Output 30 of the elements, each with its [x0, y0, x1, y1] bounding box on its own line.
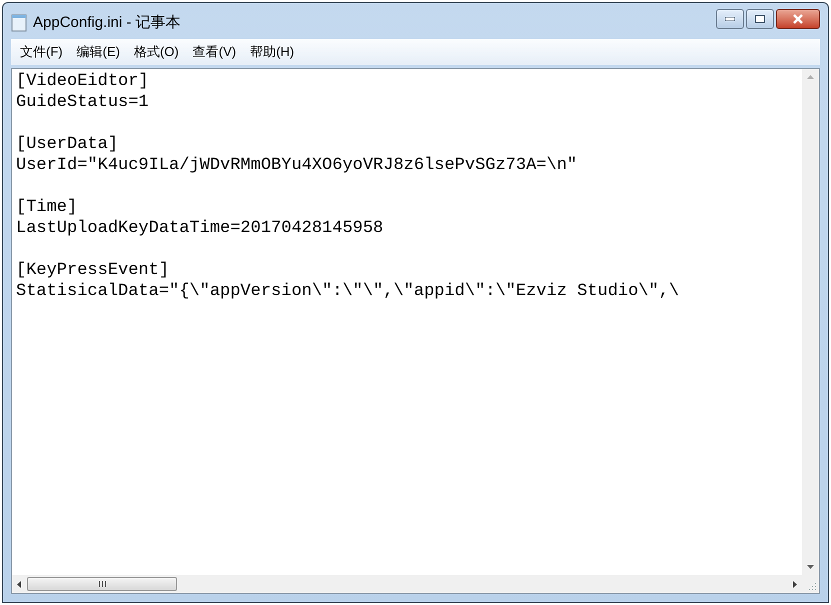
minimize-button[interactable]	[716, 9, 744, 29]
close-button[interactable]	[776, 9, 820, 29]
resize-grip-icon[interactable]	[808, 582, 817, 591]
scroll-right-icon	[793, 580, 797, 588]
section-header: [KeyPressEvent]	[16, 260, 170, 281]
notepad-icon	[11, 14, 27, 32]
grip-icon	[98, 581, 106, 587]
menu-item[interactable]: 文件(F)	[13, 42, 70, 62]
scroll-left-icon	[17, 580, 21, 588]
close-icon	[792, 14, 804, 24]
entry-line: UserId="K4uc9ILa/jWDvRMmOBYu4XO6yoVRJ8z6lsePvSGz73A=\n"	[16, 155, 578, 176]
menu-item[interactable]: 帮助(H)	[243, 42, 302, 62]
scroll-up-icon	[807, 75, 814, 79]
entry-line: GuideStatus=1	[16, 92, 150, 113]
section-header: [VideoEidtor]	[16, 71, 150, 92]
maximize-icon	[755, 15, 765, 23]
menu-item[interactable]: 查看(V)	[186, 42, 244, 62]
window-title: AppConfig.ini - 记事本	[33, 12, 181, 33]
section-header: [UserData]	[16, 134, 120, 155]
entry-line: LastUploadKeyDataTime=20170428145958	[16, 218, 384, 239]
scroll-down-icon	[807, 565, 814, 569]
horizontal-scrollbar[interactable]	[12, 575, 802, 593]
section-header: [Time]	[16, 197, 78, 218]
entry-line: StatisicalData="{\"appVersion\":\"\",\"appid\":\"Ezviz Studio\",\	[16, 281, 680, 302]
vertical-scrollbar[interactable]	[802, 69, 819, 575]
maximize-button[interactable]	[746, 9, 774, 29]
scroll-thumb[interactable]	[27, 577, 177, 591]
minimize-icon	[725, 17, 735, 21]
menu-item[interactable]: 编辑(E)	[70, 42, 127, 62]
menu-item[interactable]: 格式(O)	[126, 42, 186, 62]
